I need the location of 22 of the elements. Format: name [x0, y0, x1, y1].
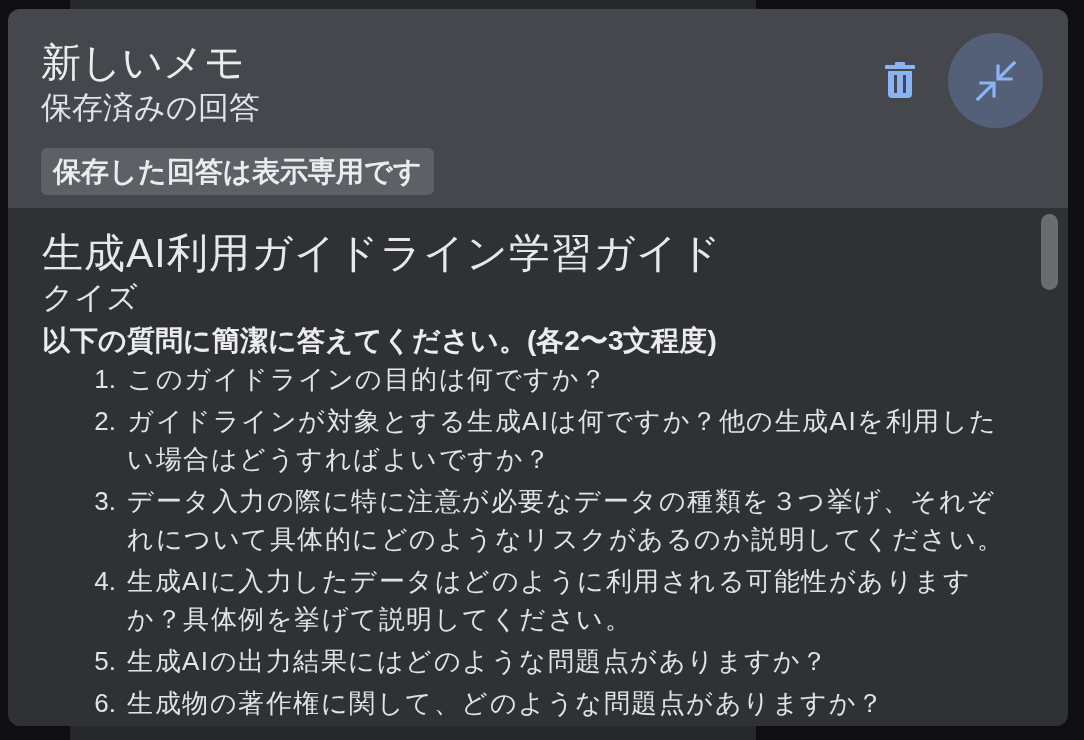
question-text: 生成AIの出力結果にはどのような問題点がありますか？	[127, 645, 830, 678]
note-title: 新しいメモ	[41, 39, 245, 86]
question-number: 5.	[93, 645, 116, 678]
guide-title: 生成AI利用ガイドライン学習ガイド	[42, 229, 723, 278]
section-heading: クイズ	[42, 279, 139, 317]
question-number: 2.	[93, 405, 116, 438]
delete-button[interactable]	[885, 62, 915, 98]
trash-icon	[885, 62, 915, 98]
question-text: このガイドラインの目的は何ですか？	[127, 363, 609, 396]
question-number: 6.	[93, 687, 116, 720]
instruction-text: 以下の質問に簡潔に答えてください。(各2〜3文程度)	[42, 324, 718, 358]
question-text: 生成物の著作権に関して、どのような問題点がありますか？	[127, 687, 886, 720]
question-number: 1.	[93, 363, 116, 396]
question-number: 3.	[93, 485, 116, 518]
note-subtitle: 保存済みの回答	[41, 89, 260, 127]
read-only-notice: 保存した回答は表示専用です	[41, 148, 434, 195]
question-text: データ入力の際に特に注意が必要なデータの種類を３つ挙げ、それぞれについて具体的にどのようなリスクがあるのか説明してください。	[127, 485, 1006, 556]
scrollbar-thumb[interactable]	[1041, 214, 1058, 290]
question-number: 4.	[93, 565, 116, 598]
shrink-arrows-icon	[975, 60, 1016, 101]
question-text: 生成AIに入力したデータはどのように利用される可能性がありますか？具体例を挙げて説明してください。	[127, 565, 973, 636]
question-text: ガイドラインが対象とする生成AIは何ですか？他の生成AIを利用したい場合はどうすればよいですか？	[127, 405, 999, 476]
